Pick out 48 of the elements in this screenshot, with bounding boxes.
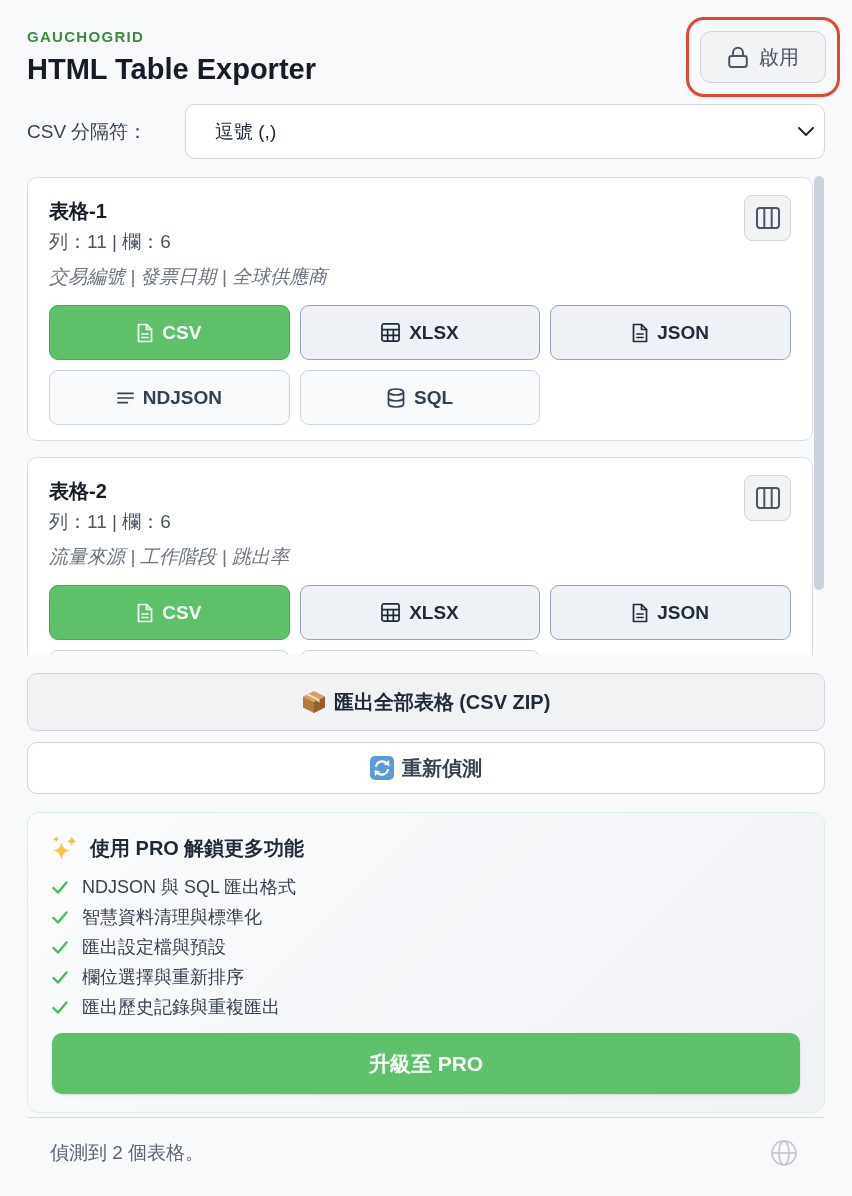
document-icon — [632, 322, 649, 343]
check-icon — [52, 940, 68, 954]
document-icon — [632, 602, 649, 623]
redetect-button[interactable]: 重新偵測 — [27, 742, 825, 794]
check-icon — [52, 1000, 68, 1014]
status-text: 偵測到 2 個表格。 — [50, 1141, 205, 1165]
sparkles-icon — [52, 835, 77, 861]
columns-icon — [755, 487, 780, 509]
scrollbar-thumb[interactable] — [814, 176, 824, 590]
table-name: 表格-2 — [49, 479, 108, 504]
document-icon — [137, 322, 154, 343]
format-button[interactable]: JSON — [550, 585, 791, 640]
feature-item: 欄位選擇與重新排序 — [82, 966, 244, 989]
format-button[interactable]: NDJSON — [49, 370, 290, 425]
delimiter-select[interactable]: 逗號 (,) — [185, 104, 825, 159]
columns-icon — [755, 207, 780, 229]
format-button[interactable]: SQL — [299, 370, 541, 425]
export-all-button[interactable]: 匯出全部表格 (CSV ZIP) — [27, 673, 825, 731]
feature-item: 匯出歷史記錄與重複匯出 — [82, 996, 280, 1019]
pro-title: 使用 PRO 解鎖更多功能 — [90, 836, 305, 861]
feature-item: NDJSON 與 SQL 匯出格式 — [82, 876, 297, 899]
chevron-down-icon — [798, 127, 814, 136]
table-icon — [381, 323, 401, 342]
format-button[interactable]: JSON — [550, 305, 791, 360]
package-icon — [301, 690, 326, 714]
feature-item: 智慧資料清理與標準化 — [82, 906, 262, 929]
check-icon — [52, 880, 68, 894]
table-dimensions: 列：11 | 欄：6 — [49, 230, 172, 254]
format-button[interactable]: XLSX — [299, 305, 541, 360]
feature-item: 匯出設定檔與預設 — [82, 936, 226, 959]
lines-icon — [116, 391, 134, 404]
lock-icon — [727, 46, 748, 68]
database-icon — [386, 387, 405, 408]
app-title: HTML Table Exporter — [27, 52, 316, 86]
table-dimensions: 列：11 | 欄：6 — [49, 510, 172, 534]
check-icon — [52, 970, 68, 984]
delimiter-label: CSV 分隔符： — [27, 119, 149, 144]
table-name: 表格-1 — [49, 199, 108, 224]
activate-button[interactable]: 啟用 — [700, 31, 826, 83]
refresh-icon — [370, 756, 394, 780]
columns-button[interactable] — [744, 475, 791, 521]
table-icon — [381, 603, 401, 622]
document-icon — [137, 602, 154, 623]
brand-name: GAUCHOGRID — [27, 28, 146, 46]
columns-button[interactable] — [744, 195, 791, 241]
check-icon — [52, 910, 68, 924]
format-button[interactable]: XLSX — [299, 585, 541, 640]
column-names: 流量來源 | 工作階段 | 跳出率 — [49, 545, 289, 569]
